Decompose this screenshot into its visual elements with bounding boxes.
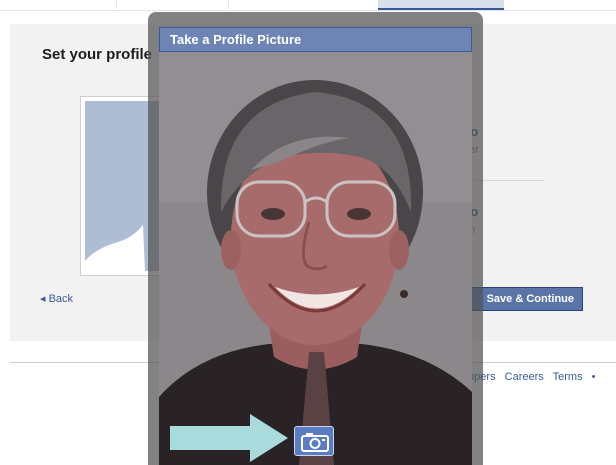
arrow-right-icon — [170, 414, 288, 462]
footer-link-terms[interactable]: Terms — [553, 371, 583, 383]
top-nav-divider — [116, 0, 117, 9]
back-link[interactable]: ◂ Back — [40, 292, 73, 305]
footer-bullet: • — [591, 371, 596, 383]
capture-photo-button[interactable] — [294, 426, 334, 456]
webcam-preview — [159, 52, 472, 465]
top-nav-active-tab[interactable] — [378, 0, 504, 10]
page-title: Set your profile — [42, 46, 153, 63]
footer-link-careers[interactable]: Careers — [505, 371, 544, 383]
camera-icon — [301, 433, 329, 452]
dialog-title: Take a Profile Picture — [170, 32, 302, 47]
webcam-person-image — [159, 52, 472, 465]
top-nav-divider — [228, 0, 229, 9]
top-nav-strip — [0, 0, 616, 11]
